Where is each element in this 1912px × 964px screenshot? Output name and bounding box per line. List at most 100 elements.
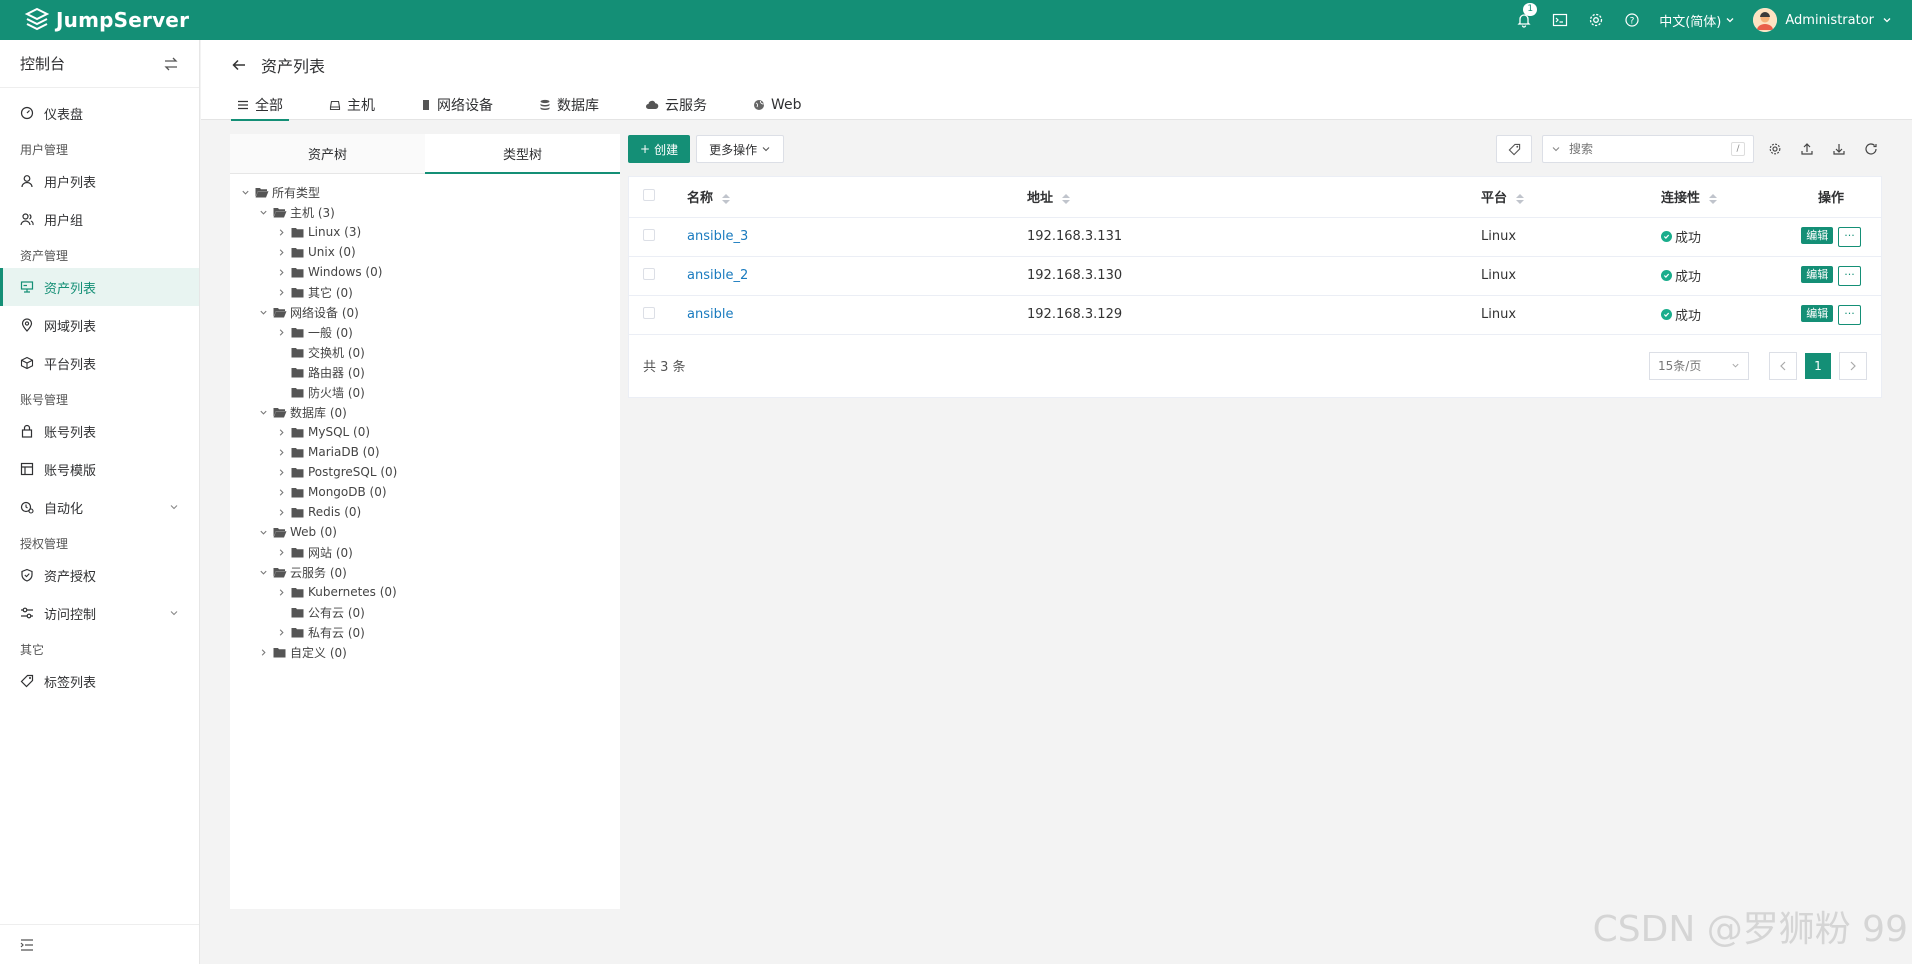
tree-node[interactable]: MariaDB (0) <box>230 442 620 462</box>
chevron-right-icon[interactable] <box>274 228 288 237</box>
help-icon[interactable]: ? <box>1623 11 1641 29</box>
chevron-down-icon[interactable] <box>256 568 270 577</box>
more-actions-button[interactable]: 更多操作 <box>696 135 785 163</box>
chevron-down-icon[interactable] <box>256 408 270 417</box>
search-box[interactable]: / <box>1542 135 1754 163</box>
edit-button[interactable]: 编辑 <box>1801 226 1834 244</box>
tree-node[interactable]: Kubernetes (0) <box>230 582 620 602</box>
logo[interactable]: JumpServer <box>24 7 189 33</box>
search-input[interactable] <box>1569 142 1723 156</box>
tree-node[interactable]: Windows (0) <box>230 262 620 282</box>
chevron-right-icon[interactable] <box>274 548 288 557</box>
column-header-platform[interactable]: 平台 <box>1481 191 1507 206</box>
tab[interactable]: 全部 <box>231 90 289 121</box>
tab[interactable]: 云服务 <box>639 90 713 120</box>
import-download-icon[interactable] <box>1828 138 1850 160</box>
sidebar-item[interactable]: 用户列表 <box>0 162 199 200</box>
table-row[interactable]: ansible_2 192.168.3.130 Linux 成功 编辑 ··· <box>629 256 1881 296</box>
sidebar-item[interactable]: 访问控制 <box>0 594 199 632</box>
more-row-actions-button[interactable]: ··· <box>1838 304 1861 325</box>
tree-node[interactable]: MongoDB (0) <box>230 482 620 502</box>
sidebar-item[interactable]: 标签列表 <box>0 662 199 700</box>
export-upload-icon[interactable] <box>1796 138 1818 160</box>
tree-node[interactable]: 自定义 (0) <box>230 642 620 662</box>
chevron-right-icon[interactable] <box>274 288 288 297</box>
tree-node[interactable]: 所有类型 <box>230 182 620 202</box>
chevron-right-icon[interactable] <box>274 328 288 337</box>
refresh-icon[interactable] <box>1860 138 1882 160</box>
tab[interactable]: 网络设备 <box>415 90 499 120</box>
select-all-checkbox[interactable] <box>643 188 655 201</box>
tree-node[interactable]: Linux (3) <box>230 222 620 242</box>
chevron-right-icon[interactable] <box>274 588 288 597</box>
user-menu[interactable]: Administrator <box>1753 8 1892 32</box>
sidebar-item[interactable]: 用户组 <box>0 200 199 238</box>
terminal-icon[interactable] <box>1551 11 1569 29</box>
sidebar-item[interactable]: 网域列表 <box>0 306 199 344</box>
edit-button[interactable]: 编辑 <box>1801 304 1834 322</box>
row-checkbox[interactable] <box>643 306 655 319</box>
column-header-name[interactable]: 名称 <box>687 191 713 206</box>
collapse-menu-icon[interactable] <box>20 938 34 952</box>
tree-node[interactable]: Web (0) <box>230 522 620 542</box>
chevron-right-icon[interactable] <box>274 448 288 457</box>
sidebar-item[interactable]: 资产列表 <box>0 268 199 306</box>
tree-node[interactable]: MySQL (0) <box>230 422 620 442</box>
sidebar-item[interactable]: 平台列表 <box>0 344 199 382</box>
row-checkbox[interactable] <box>643 228 655 241</box>
prev-page-button[interactable] <box>1769 351 1797 380</box>
chevron-right-icon[interactable] <box>274 468 288 477</box>
tree-node[interactable]: 路由器 (0) <box>230 362 620 382</box>
sidebar-item[interactable]: 资产授权 <box>0 556 199 594</box>
tree-node[interactable]: 私有云 (0) <box>230 622 620 642</box>
asset-name-link[interactable]: ansible <box>687 307 733 322</box>
chevron-right-icon[interactable] <box>274 248 288 257</box>
table-row[interactable]: ansible 192.168.3.129 Linux 成功 编辑 ··· <box>629 295 1881 335</box>
sort-icon[interactable] <box>1515 193 1524 204</box>
tree-node[interactable]: 云服务 (0) <box>230 562 620 582</box>
tab[interactable]: 数据库 <box>533 90 605 120</box>
column-header-address[interactable]: 地址 <box>1027 191 1053 206</box>
tab[interactable]: Web <box>747 90 808 120</box>
back-arrow-icon[interactable] <box>231 57 247 73</box>
sort-icon[interactable] <box>1061 193 1070 204</box>
asset-name-link[interactable]: ansible_3 <box>687 229 748 244</box>
tree-node[interactable]: 其它 (0) <box>230 282 620 302</box>
tree-node[interactable]: 网络设备 (0) <box>230 302 620 322</box>
tree-node[interactable]: 主机 (3) <box>230 202 620 222</box>
tree-node[interactable]: 一般 (0) <box>230 322 620 342</box>
chevron-down-icon[interactable] <box>256 308 270 317</box>
chevron-down-icon[interactable] <box>256 208 270 217</box>
page-size-select[interactable]: 15条/页 <box>1649 351 1749 380</box>
chevron-right-icon[interactable] <box>274 488 288 497</box>
language-selector[interactable]: 中文(简体) <box>1659 11 1735 30</box>
tree-node[interactable]: 交换机 (0) <box>230 342 620 362</box>
sort-icon[interactable] <box>721 193 730 204</box>
chevron-right-icon[interactable] <box>274 628 288 637</box>
more-row-actions-button[interactable]: ··· <box>1838 265 1861 286</box>
tab-asset-tree[interactable]: 资产树 <box>230 134 425 173</box>
row-checkbox[interactable] <box>643 267 655 280</box>
chevron-right-icon[interactable] <box>274 508 288 517</box>
tree-node[interactable]: 网站 (0) <box>230 542 620 562</box>
edit-button[interactable]: 编辑 <box>1801 265 1834 283</box>
column-header-connectivity[interactable]: 连接性 <box>1661 191 1700 206</box>
notification-icon[interactable]: 1 <box>1515 3 1538 29</box>
tag-filter-button[interactable] <box>1496 135 1532 163</box>
tree-node[interactable]: 防火墙 (0) <box>230 382 620 402</box>
tree-node[interactable]: 数据库 (0) <box>230 402 620 422</box>
table-row[interactable]: ansible_3 192.168.3.131 Linux 成功 编辑 ··· <box>629 217 1881 257</box>
sidebar-item[interactable]: 仪表盘 <box>0 94 199 132</box>
tab[interactable]: 主机 <box>323 90 381 120</box>
chevron-down-icon[interactable] <box>238 188 252 197</box>
tab-type-tree[interactable]: 类型树 <box>425 134 620 174</box>
more-row-actions-button[interactable]: ··· <box>1838 226 1861 247</box>
page-number-current[interactable]: 1 <box>1805 352 1831 379</box>
sidebar-item[interactable]: 自动化 <box>0 488 199 526</box>
sidebar-item[interactable]: 账号模版 <box>0 450 199 488</box>
next-page-button[interactable] <box>1839 351 1867 380</box>
column-settings-icon[interactable] <box>1764 138 1786 160</box>
chevron-right-icon[interactable] <box>274 428 288 437</box>
tree-node[interactable]: Unix (0) <box>230 242 620 262</box>
create-button[interactable]: + 创建 <box>628 135 691 163</box>
